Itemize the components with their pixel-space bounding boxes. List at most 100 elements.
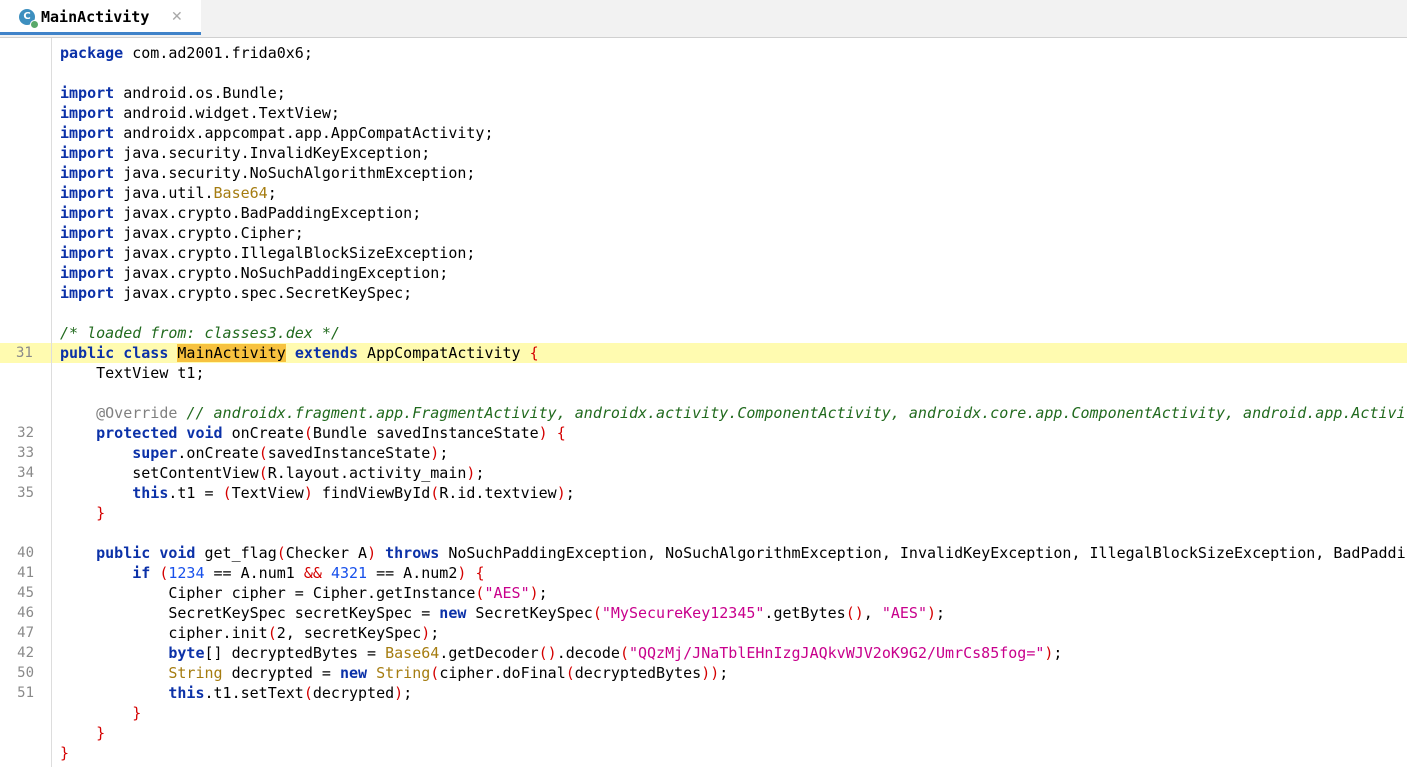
keyword: import <box>60 244 115 262</box>
code-line[interactable]: this.t1 = (TextView) findViewById(R.id.t… <box>52 483 1407 503</box>
code-line[interactable]: cipher.init(2, secretKeySpec); <box>52 623 1407 643</box>
code-line[interactable]: } <box>52 743 1407 763</box>
code-text: java.util. <box>114 184 214 202</box>
keyword: import <box>60 104 115 122</box>
line-number: 42 <box>17 645 34 661</box>
bracket: () <box>538 644 557 662</box>
line-number: 50 <box>17 665 34 681</box>
code-line[interactable]: this.t1.setText(decrypted); <box>52 683 1407 703</box>
code-line[interactable]: import java.util.Base64; <box>52 183 1407 203</box>
annotation: @Override <box>96 404 178 422</box>
code-line[interactable]: if (1234 == A.num1 && 4321 == A.num2) { <box>52 563 1407 583</box>
line-number: 32 <box>17 425 34 441</box>
code-line[interactable]: super.onCreate(savedInstanceState); <box>52 443 1407 463</box>
tab-title: MainActivity <box>41 8 150 26</box>
code-text: javax.crypto.Cipher; <box>114 224 304 242</box>
code-text: R.layout.activity_main <box>267 464 467 482</box>
keyword: import <box>60 144 115 162</box>
number-literal: 4321 <box>330 564 368 582</box>
code-line[interactable]: Cipher cipher = Cipher.getInstance("AES"… <box>52 583 1407 603</box>
code-line[interactable]: byte[] decryptedBytes = Base64.getDecode… <box>52 643 1407 663</box>
code-line-current[interactable]: public class MainActivity extends AppCom… <box>52 343 1407 363</box>
comment: // androidx.fragment.app.FragmentActivit… <box>186 404 1407 422</box>
bracket: ( <box>258 464 268 482</box>
code-line[interactable]: TextView t1; <box>52 363 1407 383</box>
string-literal: "MySecureKey12345" <box>601 604 765 622</box>
code-line[interactable]: import android.widget.TextView; <box>52 103 1407 123</box>
code-text: ; <box>475 464 485 482</box>
code-text: R.id.textview <box>439 484 557 502</box>
code-line[interactable]: } <box>52 723 1407 743</box>
bracket: ( <box>258 444 268 462</box>
code-text: .getBytes <box>764 604 846 622</box>
code-text: java.security.InvalidKeyException; <box>114 144 431 162</box>
code-area[interactable]: package com.ad2001.frida0x6; import andro… <box>52 38 1407 767</box>
bracket: { <box>556 424 566 442</box>
keyword: throws <box>385 544 440 562</box>
code-text: javax.crypto.spec.SecretKeySpec; <box>114 284 413 302</box>
code-line[interactable]: String decrypted = new String(cipher.doF… <box>52 663 1407 683</box>
selected-identifier: MainActivity <box>177 344 286 362</box>
code-text: Cipher cipher = Cipher.getInstance <box>60 584 476 602</box>
bracket: ) <box>556 484 566 502</box>
bracket: ( <box>276 544 286 562</box>
bracket: ) <box>367 544 377 562</box>
bracket: ( <box>222 484 232 502</box>
code-text: decryptedBytes <box>574 664 702 682</box>
code-text: SecretKeySpec <box>466 604 593 622</box>
code-line[interactable]: import java.security.NoSuchAlgorithmExce… <box>52 163 1407 183</box>
code-text: ; <box>719 664 729 682</box>
line-number-gutter: 31 32 33 34 35 40 41 45 46 47 42 50 51 <box>0 38 52 767</box>
keyword: super <box>132 444 178 462</box>
code-line[interactable]: import androidx.appcompat.app.AppCompatA… <box>52 123 1407 143</box>
keyword: import <box>60 264 115 282</box>
code-text: javax.crypto.IllegalBlockSizeException; <box>114 244 476 262</box>
keyword: protected void <box>96 424 223 442</box>
line-number: 46 <box>17 605 34 621</box>
keyword: import <box>60 184 115 202</box>
line-number: 51 <box>17 685 34 701</box>
code-line[interactable]: import javax.crypto.BadPaddingException; <box>52 203 1407 223</box>
code-line[interactable]: package com.ad2001.frida0x6; <box>52 43 1407 63</box>
code-line[interactable]: import javax.crypto.spec.SecretKeySpec; <box>52 283 1407 303</box>
code-text: onCreate <box>222 424 304 442</box>
bracket: ( <box>430 664 440 682</box>
code-text: java.security.NoSuchAlgorithmException; <box>114 164 476 182</box>
code-line[interactable]: SecretKeySpec secretKeySpec = new Secret… <box>52 603 1407 623</box>
bracket: ( <box>267 624 277 642</box>
keyword: extends <box>294 344 359 362</box>
code-line[interactable]: import javax.crypto.IllegalBlockSizeExce… <box>52 243 1407 263</box>
code-line[interactable]: } <box>52 503 1407 523</box>
keyword: if <box>132 564 151 582</box>
bracket: )) <box>701 664 720 682</box>
code-text: .t1.setText <box>204 684 304 702</box>
code-line[interactable]: import java.security.InvalidKeyException… <box>52 143 1407 163</box>
code-line[interactable]: } <box>52 703 1407 723</box>
code-editor[interactable]: 31 32 33 34 35 40 41 45 46 47 42 50 51 package com.a… <box>0 38 1407 767</box>
code-text: 2, secretKeySpec <box>276 624 422 642</box>
tab-main-activity[interactable]: C MainActivity ✕ <box>0 0 201 35</box>
bracket: ( <box>303 684 313 702</box>
code-line[interactable]: import javax.crypto.Cipher; <box>52 223 1407 243</box>
bracket: } <box>60 744 70 762</box>
close-tab-icon[interactable]: ✕ <box>171 7 183 27</box>
code-line[interactable]: protected void onCreate(Bundle savedInst… <box>52 423 1407 443</box>
class-reference: String <box>168 664 223 682</box>
code-line[interactable]: @Override // androidx.fragment.app.Fragm… <box>52 403 1407 423</box>
code-line[interactable]: import android.os.Bundle; <box>52 83 1407 103</box>
code-line[interactable]: /* loaded from: classes3.dex */ <box>52 323 1407 343</box>
string-literal: "AES" <box>484 584 530 602</box>
code-text: == A.num1 <box>204 564 304 582</box>
code-line[interactable]: setContentView(R.layout.activity_main); <box>52 463 1407 483</box>
code-line[interactable]: import javax.crypto.NoSuchPaddingExcepti… <box>52 263 1407 283</box>
code-line[interactable]: public void get_flag(Checker A) throws N… <box>52 543 1407 563</box>
